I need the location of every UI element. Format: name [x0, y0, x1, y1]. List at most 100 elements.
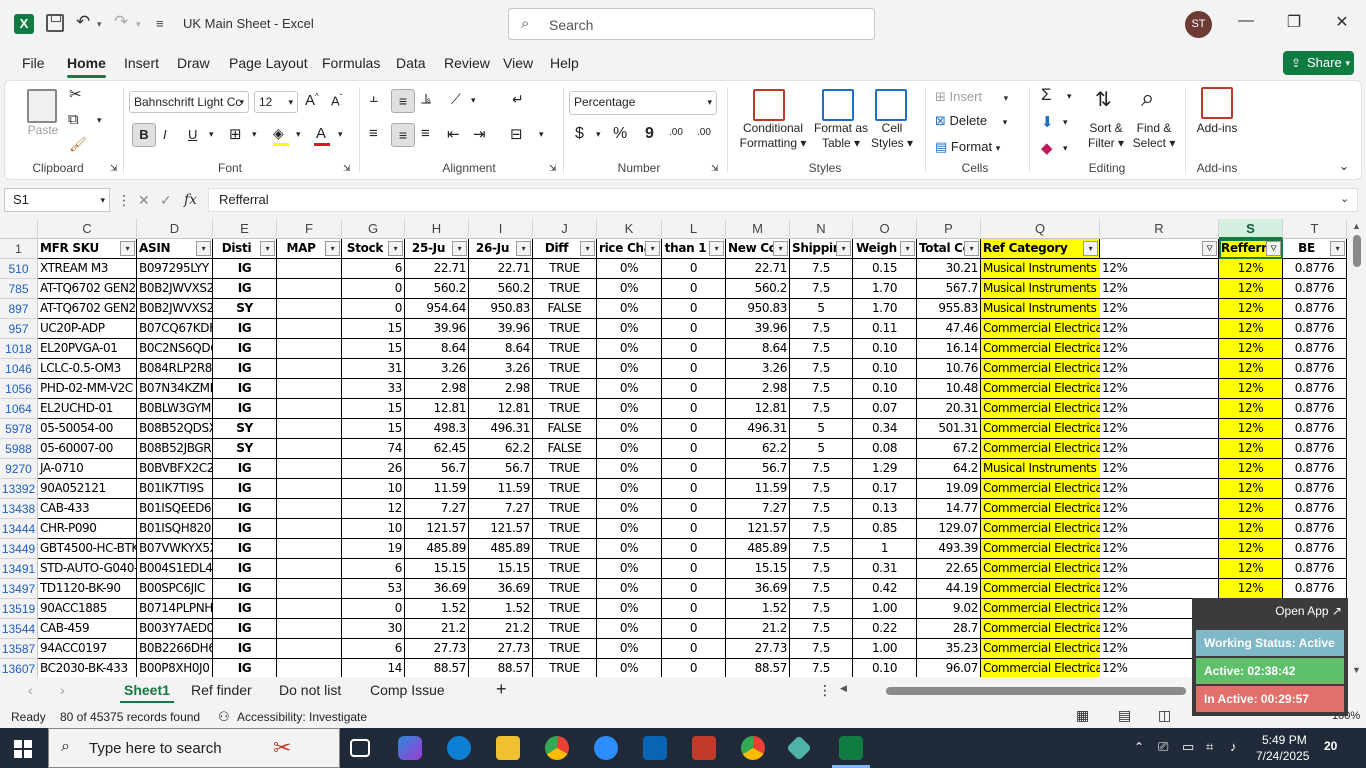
insert-cells-button[interactable]: ⊞ Insert ▾ — [935, 89, 1008, 105]
cell-j[interactable]: TRUE — [533, 499, 597, 519]
cell-k[interactable]: 0% — [597, 259, 662, 279]
header-cell-q[interactable]: Ref Category ▾ — [981, 239, 1100, 259]
collapse-ribbon-icon[interactable]: ⌄ — [1339, 159, 1349, 173]
cell-h[interactable]: 560.2 — [405, 279, 469, 299]
sheet-tab-do-not-list[interactable]: Do not list — [279, 682, 341, 698]
cell-o[interactable]: 0.07 — [853, 399, 917, 419]
copy-dropdown-icon[interactable]: ▾ — [97, 115, 102, 126]
cell-p[interactable]: 16.14 — [917, 339, 981, 359]
notification-count[interactable]: 20 — [1324, 739, 1337, 753]
cell-o[interactable]: 1.70 — [853, 279, 917, 299]
header-cell-n[interactable]: Shippin ▾ — [790, 239, 853, 259]
cell-o[interactable]: 0.15 — [853, 259, 917, 279]
cell-k[interactable]: 0% — [597, 299, 662, 319]
filter-dropdown-icon[interactable]: ▾ — [964, 241, 979, 256]
cell-n[interactable]: 7.5 — [790, 319, 853, 339]
cell-n[interactable]: 7.5 — [790, 659, 853, 677]
column-header-r[interactable]: R — [1100, 219, 1219, 239]
cell-h[interactable]: 2.98 — [405, 379, 469, 399]
cell-m[interactable]: 22.71 — [726, 259, 790, 279]
cell-l[interactable]: 0 — [662, 339, 726, 359]
cell-h[interactable]: 1.52 — [405, 599, 469, 619]
cell-n[interactable]: 7.5 — [790, 339, 853, 359]
cell-e[interactable]: IG — [213, 659, 277, 677]
cell-s[interactable]: 12% — [1219, 439, 1283, 459]
cell-c[interactable]: JA-0710 — [38, 459, 137, 479]
cell-m[interactable]: 496.31 — [726, 419, 790, 439]
font-color-dropdown-icon[interactable]: ▾ — [338, 129, 343, 140]
cell-q[interactable]: Musical Instruments and — [981, 259, 1100, 279]
cell-f[interactable] — [277, 279, 342, 299]
cell-j[interactable]: FALSE — [533, 419, 597, 439]
row-number[interactable]: 957 — [0, 319, 38, 339]
cell-n[interactable]: 7.5 — [790, 519, 853, 539]
font-size-select[interactable]: 12 ▾ — [254, 91, 298, 113]
cell-o[interactable]: 1.29 — [853, 459, 917, 479]
clipboard-launcher-icon[interactable]: ⇲ — [110, 163, 118, 174]
cell-d[interactable]: B097295LYY — [137, 259, 213, 279]
cell-i[interactable]: 27.73 — [469, 639, 533, 659]
cell-n[interactable]: 7.5 — [790, 619, 853, 639]
cell-g[interactable]: 31 — [342, 359, 405, 379]
header-cell-e[interactable]: Disti ▾ — [213, 239, 277, 259]
filter-dropdown-icon[interactable]: ▾ — [773, 241, 788, 256]
row-number[interactable]: 1018 — [0, 339, 38, 359]
cell-d[interactable]: B084RLP2R8 — [137, 359, 213, 379]
cell-d[interactable]: B01IK7TI9S — [137, 479, 213, 499]
avatar[interactable]: ST — [1185, 11, 1212, 38]
cell-l[interactable]: 0 — [662, 659, 726, 677]
network-icon[interactable]: ⌗ — [1206, 739, 1213, 755]
cell-k[interactable]: 0% — [597, 279, 662, 299]
scroll-thumb[interactable] — [886, 687, 1186, 695]
cell-t[interactable]: 0.8776 — [1283, 259, 1347, 279]
cell-c[interactable]: AT-TQ6702 GEN2-0 — [38, 279, 137, 299]
scroll-up-icon[interactable]: ▲ — [1352, 221, 1361, 231]
cell-r[interactable]: 12% — [1100, 299, 1219, 319]
column-header-q[interactable]: Q — [981, 219, 1100, 239]
cell-g[interactable]: 30 — [342, 619, 405, 639]
vertical-scrollbar[interactable]: ▲ ▼ — [1348, 219, 1366, 677]
cell-c[interactable]: EL2UCHD-01 — [38, 399, 137, 419]
cell-g[interactable]: 19 — [342, 539, 405, 559]
cell-m[interactable]: 3.26 — [726, 359, 790, 379]
cell-l[interactable]: 0 — [662, 259, 726, 279]
cell-h[interactable]: 88.57 — [405, 659, 469, 677]
column-header-f[interactable]: F — [277, 219, 342, 239]
row-number[interactable]: 5988 — [0, 439, 38, 459]
cell-l[interactable]: 0 — [662, 639, 726, 659]
taskbar-search-input[interactable]: ⌕ Type here to search ✂ — [48, 728, 340, 768]
filter-dropdown-icon[interactable]: ▾ — [260, 241, 275, 256]
cell-e[interactable]: IG — [213, 579, 277, 599]
cell-m[interactable]: 15.15 — [726, 559, 790, 579]
find-select-icon[interactable]: ⌕ — [1141, 85, 1154, 113]
column-header-j[interactable]: J — [533, 219, 597, 239]
cell-j[interactable]: TRUE — [533, 659, 597, 677]
cell-n[interactable]: 7.5 — [790, 459, 853, 479]
cell-p[interactable]: 19.09 — [917, 479, 981, 499]
cell-f[interactable] — [277, 559, 342, 579]
header-cell-l[interactable]: than 1 ▾ — [662, 239, 726, 259]
cell-e[interactable]: SY — [213, 299, 277, 319]
cell-e[interactable]: IG — [213, 359, 277, 379]
currency-icon[interactable]: $ — [575, 125, 584, 143]
cell-i[interactable]: 485.89 — [469, 539, 533, 559]
cell-k[interactable]: 0% — [597, 419, 662, 439]
cell-c[interactable]: STD-AUTO-G040-BK — [38, 559, 137, 579]
row-number[interactable]: 5978 — [0, 419, 38, 439]
meet-now-icon[interactable]: ⎚ — [1158, 739, 1168, 755]
cell-d[interactable]: B004S1EDL4 — [137, 559, 213, 579]
column-header-o[interactable]: O — [853, 219, 917, 239]
cell-r[interactable]: 12% — [1100, 479, 1219, 499]
cell-m[interactable]: 1.52 — [726, 599, 790, 619]
filter-dropdown-icon[interactable]: ▾ — [516, 241, 531, 256]
wrap-text-icon[interactable]: ↵ — [512, 91, 524, 108]
currency-dropdown-icon[interactable]: ▾ — [596, 129, 601, 140]
cell-s[interactable]: 12% — [1219, 319, 1283, 339]
row-number[interactable]: 13449 — [0, 539, 38, 559]
cell-e[interactable]: IG — [213, 379, 277, 399]
cell-d[interactable]: B01ISQH820 — [137, 519, 213, 539]
cell-g[interactable]: 0 — [342, 299, 405, 319]
column-header-i[interactable]: I — [469, 219, 533, 239]
cell-q[interactable]: Commercial Electrical a — [981, 619, 1100, 639]
cell-i[interactable]: 22.71 — [469, 259, 533, 279]
